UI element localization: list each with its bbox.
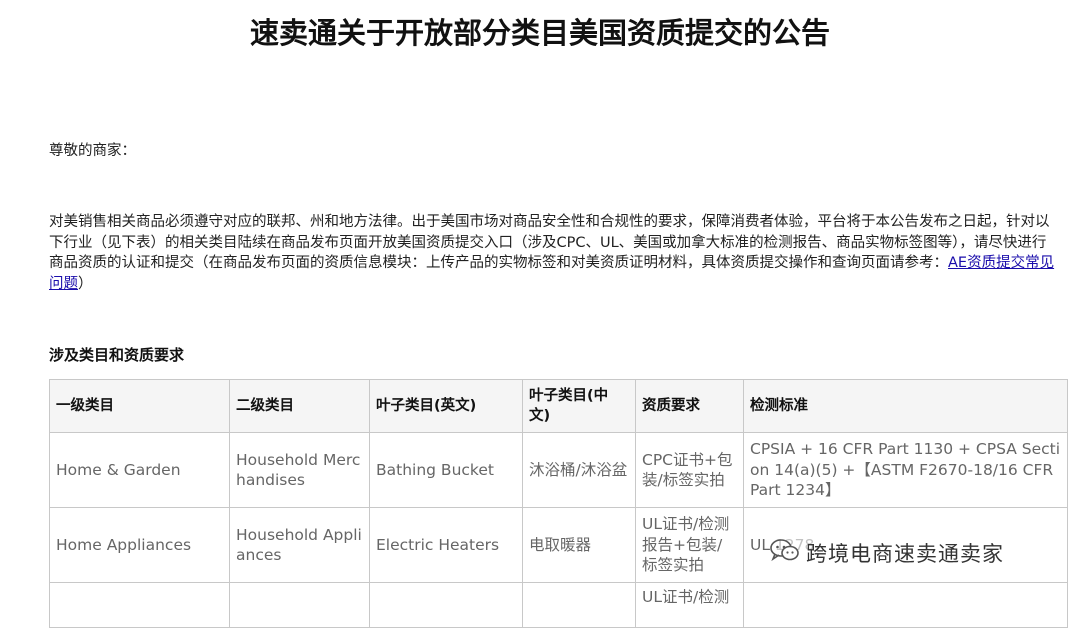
table-cell: CPC证书+包装/标签实拍 (635, 432, 744, 508)
header-leaf-cn: 叶子类目(中文) (522, 379, 636, 433)
table-cell: Home Appliances (49, 507, 230, 583)
header-requirement: 资质要求 (635, 379, 744, 433)
watermark: 跨境电商速卖通卖家 (770, 536, 1004, 570)
table-cell: Home & Garden (49, 432, 230, 508)
category-table: 一级类目 二级类目 叶子类目(英文) 叶子类目(中文) 资质要求 检测标准 Ho… (49, 379, 1068, 628)
greeting: 尊敬的商家： (49, 143, 136, 159)
header-level1: 一级类目 (49, 379, 230, 433)
table-header-row: 一级类目 二级类目 叶子类目(英文) 叶子类目(中文) 资质要求 检测标准 (49, 379, 1068, 433)
header-standard: 检测标准 (743, 379, 1068, 433)
table-cell: Household Appliances (229, 507, 370, 583)
page-title: 速卖通关于开放部分类目美国资质提交的公告 (249, 16, 830, 50)
watermark-text: 跨境电商速卖通卖家 (806, 542, 1004, 566)
table-cell: CPSIA + 16 CFR Part 1130 + CPSA Section … (743, 432, 1068, 508)
table-cell (229, 582, 370, 628)
body-text: 对美销售相关商品必须遵守对应的联邦、州和地方法律。出于美国市场对商品安全性和合规… (49, 214, 1050, 271)
table-cell: 电取暖器 (522, 507, 636, 583)
table-cell (49, 582, 230, 628)
table-cell (743, 582, 1068, 628)
table-cell: UL证书/检测报告+包装/标签实拍 (635, 507, 744, 583)
table-row: Home & Garden Household Merchandises Bat… (49, 432, 1068, 508)
announcement-body: 对美销售相关商品必须遵守对应的联邦、州和地方法律。出于美国市场对商品安全性和合规… (49, 212, 1059, 294)
table-cell: UL证书/检测 (635, 582, 744, 628)
body-text-end: ） (78, 275, 93, 292)
header-level2: 二级类目 (229, 379, 370, 433)
table-row: UL证书/检测 (49, 582, 1068, 628)
section-heading: 涉及类目和资质要求 (49, 346, 185, 364)
table-cell: Electric Heaters (369, 507, 523, 583)
wechat-icon (770, 538, 800, 568)
table-cell: 沐浴桶/沐浴盆 (522, 432, 636, 508)
table-cell (522, 582, 636, 628)
table-cell: Bathing Bucket (369, 432, 523, 508)
header-leaf-en: 叶子类目(英文) (369, 379, 523, 433)
table-cell (369, 582, 523, 628)
table-cell: Household Merchandises (229, 432, 370, 508)
